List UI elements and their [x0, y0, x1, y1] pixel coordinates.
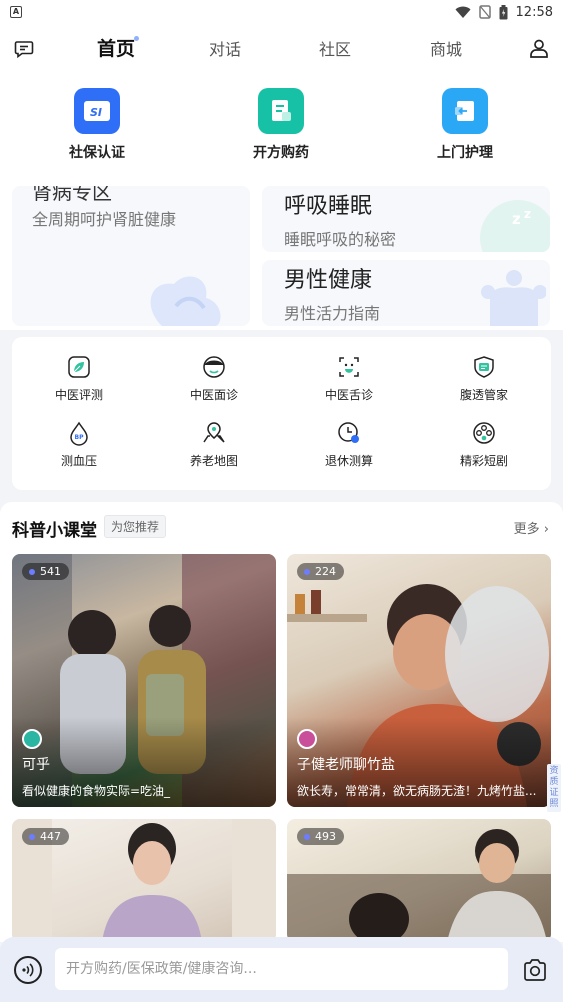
grid-item-elderly-map[interactable]: 养老地图	[147, 420, 281, 469]
grid-item-tcm-assessment[interactable]: 中医评测	[12, 354, 146, 403]
home-care-icon	[442, 88, 488, 134]
tab-community[interactable]: 社区	[319, 36, 351, 60]
view-count-badge: 541	[22, 563, 69, 580]
kidney-card-title: 肾病专区	[32, 186, 112, 204]
video-author: 子健老师聊竹盐	[297, 757, 395, 773]
battery-icon	[499, 4, 508, 19]
more-label: 更多	[513, 522, 540, 537]
science-class-section: 科普小课堂 为您推荐 更多 › 541 可乎 看似健康的食物实际=吃油_ 224…	[0, 502, 563, 942]
sleep-zzz-icon: z z	[480, 200, 550, 252]
author-avatar	[22, 729, 42, 749]
leaf-icon	[68, 356, 90, 378]
top-header: 首页 对话 社区 商城	[0, 24, 563, 74]
voice-wave-icon	[22, 963, 34, 977]
face-icon	[203, 356, 225, 378]
grid-item-retirement-calc[interactable]: 退休测算	[282, 420, 416, 469]
grid-item-dialysis-manager[interactable]: 腹透管家	[417, 354, 551, 403]
quick-services: SI 社保认证 开方购药 上门护理	[0, 74, 563, 186]
tongue-icon	[339, 357, 359, 377]
tab-mall[interactable]: 商城	[430, 36, 462, 60]
video-card[interactable]: 447	[12, 819, 276, 942]
kidney-card[interactable]: 肾病专区 全周期呵护肾脏健康	[12, 186, 250, 326]
camera-icon[interactable]	[522, 957, 548, 983]
blood-pressure-icon: BP	[70, 421, 88, 446]
video-card[interactable]: 541 可乎 看似健康的食物实际=吃油_	[12, 554, 276, 807]
sleep-card-title: 呼吸睡眠	[284, 194, 373, 219]
bottom-input-bar	[0, 937, 563, 1002]
grid-label: 退休测算	[324, 454, 373, 468]
grid-item-tcm-tongue[interactable]: 中医舌诊	[282, 354, 416, 403]
sleep-breathing-card[interactable]: 呼吸睡眠 睡眠呼吸的秘密 z z	[262, 186, 550, 252]
tcm-service-grid: 中医评测 中医面诊 中医舌诊 腹透管家 BP 测血压 养老地图 退休测算 精彩短…	[12, 337, 551, 490]
qualification-side-tag[interactable]: 资质证照	[547, 764, 561, 812]
section-title: 科普小课堂	[12, 521, 97, 541]
muscle-figure-icon	[481, 270, 546, 326]
grid-item-blood-pressure[interactable]: BP 测血压	[12, 420, 146, 469]
home-care-button[interactable]: 上门护理	[405, 88, 525, 162]
clock-icon	[338, 422, 359, 443]
video-author: 可乎	[22, 757, 50, 773]
social-security-icon: SI	[74, 88, 120, 134]
feature-cards: 肾病专区 全周期呵护肾脏健康 呼吸睡眠 睡眠呼吸的秘密 z z 男性健康 男性活…	[0, 186, 563, 330]
view-count-badge: 447	[22, 828, 69, 845]
sim-off-icon	[478, 5, 491, 19]
grid-label: 腹透管家	[459, 388, 508, 402]
grid-label: 养老地图	[189, 454, 238, 468]
view-count-badge: 493	[297, 828, 344, 845]
social-security-label: 社保认证	[69, 145, 125, 161]
video-caption: 欲长寿，常常清，欲无病肠无渣！九烤竹盐...	[297, 784, 537, 798]
message-icon[interactable]	[14, 39, 34, 59]
tab-home[interactable]: 首页	[97, 34, 140, 61]
svg-text:z: z	[512, 210, 521, 228]
prescription-icon	[258, 88, 304, 134]
prescription-label: 开方购药	[253, 145, 309, 161]
wifi-icon	[455, 6, 471, 18]
grid-label: 中医面诊	[189, 388, 238, 402]
sleep-card-subtitle: 睡眠呼吸的秘密	[284, 230, 397, 249]
grid-label: 精彩短剧	[459, 454, 508, 468]
kidney-illustration-icon	[150, 276, 221, 326]
recommend-tag: 为您推荐	[104, 515, 167, 538]
male-health-card[interactable]: 男性健康 男性活力指南	[262, 260, 550, 326]
notification-a-icon: A	[10, 6, 22, 18]
grid-item-short-drama[interactable]: 精彩短剧	[417, 420, 551, 469]
search-input[interactable]	[55, 948, 508, 990]
prescription-button[interactable]: 开方购药	[221, 88, 341, 162]
home-care-label: 上门护理	[437, 145, 493, 161]
main-tabs: 首页 对话 社区 商城	[70, 24, 490, 74]
dialysis-icon	[474, 356, 494, 378]
kidney-card-subtitle: 全周期呵护肾脏健康	[32, 210, 177, 229]
more-link[interactable]: 更多 ›	[514, 518, 549, 537]
video-card[interactable]: 493	[287, 819, 551, 942]
user-profile-icon[interactable]	[529, 38, 549, 58]
grid-item-tcm-face[interactable]: 中医面诊	[147, 354, 281, 403]
video-card[interactable]: 224 子健老师聊竹盐 欲长寿，常常清，欲无病肠无渣！九烤竹盐...	[287, 554, 551, 807]
grid-label: 中医舌诊	[324, 388, 373, 402]
social-security-auth-button[interactable]: SI 社保认证	[37, 88, 157, 162]
male-card-title: 男性健康	[284, 268, 373, 293]
svg-text:SI: SI	[90, 106, 102, 119]
chevron-right-icon: ›	[543, 522, 549, 537]
author-avatar	[297, 729, 317, 749]
status-bar: A 12:58	[0, 0, 563, 24]
svg-text:BP: BP	[75, 434, 85, 441]
male-card-subtitle: 男性活力指南	[284, 304, 381, 323]
clock-time: 12:58	[515, 4, 553, 20]
grid-label: 中医评测	[54, 388, 103, 402]
video-caption: 看似健康的食物实际=吃油_	[22, 784, 171, 798]
svg-text:z: z	[524, 207, 531, 221]
view-count-badge: 224	[297, 563, 344, 580]
tab-chat[interactable]: 对话	[209, 36, 241, 60]
voice-input-button[interactable]	[14, 956, 42, 984]
film-reel-icon	[473, 422, 495, 444]
grid-label: 测血压	[60, 454, 97, 468]
map-pin-icon	[203, 422, 225, 443]
